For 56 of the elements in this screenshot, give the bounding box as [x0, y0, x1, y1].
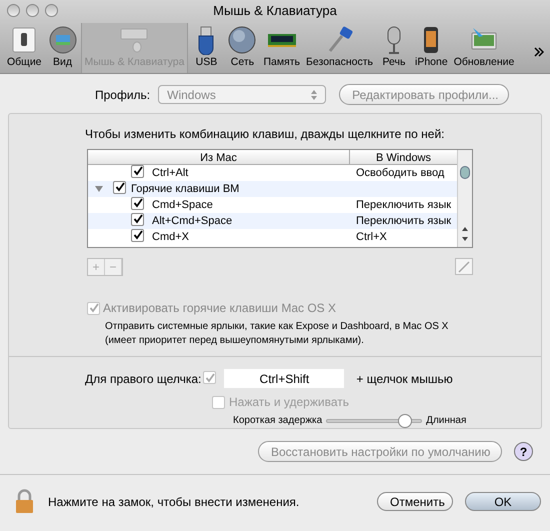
toolbar-item[interactable]: Обновление: [450, 23, 518, 73]
checkbox[interactable]: [131, 228, 144, 242]
toolbar-item[interactable]: Речь: [376, 23, 412, 73]
globe-icon: [227, 25, 258, 56]
toolbar-item[interactable]: Память: [260, 23, 304, 73]
window-control[interactable]: [45, 4, 58, 17]
checkbox[interactable]: [131, 164, 144, 178]
shortcut-action: Переключить язык: [355, 214, 452, 229]
shortcut-name: Ctrl+Alt: [152, 166, 188, 181]
scrollbar[interactable]: [457, 150, 472, 247]
shortcut-action: Освободить ввод: [355, 166, 444, 181]
shortcut-action: Ctrl+X: [355, 230, 387, 245]
shortcut-name: Горячие клавиши ВМ: [131, 182, 240, 197]
more-icon[interactable]: [534, 47, 544, 57]
scroll-thumb[interactable]: [460, 166, 470, 179]
checkbox[interactable]: [131, 196, 144, 210]
toolbar-item[interactable]: Вид: [44, 23, 81, 73]
window-title: Мышь & Клавиатура: [213, 2, 337, 20]
edit-button[interactable]: [455, 258, 473, 275]
window-control[interactable]: [7, 4, 20, 17]
cancel-button[interactable]: Отменить: [377, 492, 453, 511]
updown-arrows-icon: [311, 90, 318, 100]
delay-slider[interactable]: [326, 414, 422, 428]
column-header[interactable]: В Windows: [350, 150, 457, 164]
press-hold-label: Нажать и удерживать: [229, 394, 349, 411]
checkmark-icon: [88, 303, 98, 313]
long-delay-label: Длинная: [426, 414, 466, 428]
window-control[interactable]: [26, 4, 39, 17]
checkmark-icon: [204, 372, 215, 382]
slider-thumb[interactable]: [398, 414, 412, 428]
hotkeys-label: Активировать горячие клавиши Mac OS X: [103, 300, 336, 317]
toolbar-item[interactable]: USB: [188, 23, 224, 73]
checkbox[interactable]: [113, 180, 126, 194]
mouse-click-label: + щелчок мышью: [356, 370, 453, 388]
monitor-icon: [48, 25, 78, 56]
hotkeys-description: Отправить системные ярлыки, такие как Expose и Dashboard, в Mac OS X (имеет приоритет перед вышеупомянутыми ярлыками).: [105, 320, 450, 348]
pencil-icon: [458, 260, 470, 272]
shortcut-name: Cmd+X: [152, 230, 189, 245]
padlock-icon[interactable]: [15, 489, 34, 514]
toolbar-item[interactable]: Безопасность: [303, 23, 376, 73]
column-header[interactable]: Из Mac: [88, 150, 350, 164]
shortcut-action: Переключить язык: [355, 198, 452, 213]
disclosure-triangle-icon[interactable]: [95, 185, 103, 193]
shortcut-name: Alt+Cmd+Space: [152, 214, 232, 229]
checkbox[interactable]: [131, 212, 144, 226]
toolbar-item[interactable]: Общие: [4, 23, 45, 73]
ok-button[interactable]: OK: [465, 492, 541, 511]
right-click-label: Для правого щелчка:: [85, 370, 202, 388]
shortcut-name: Cmd+Space: [152, 198, 213, 213]
toolbar-item[interactable]: iPhone: [412, 23, 451, 73]
help-button[interactable]: ?: [514, 442, 533, 461]
profile-label: Профиль:: [95, 86, 150, 104]
short-delay-label: Короткая задержка: [233, 414, 322, 428]
lock-message: Нажмите на замок, чтобы внести изменения.: [48, 494, 300, 510]
instructions-text: Чтобы изменить комбинацию клавиш, дважды щелкните по ней:: [85, 126, 446, 143]
toolbar-item[interactable]: Сеть: [224, 23, 260, 73]
